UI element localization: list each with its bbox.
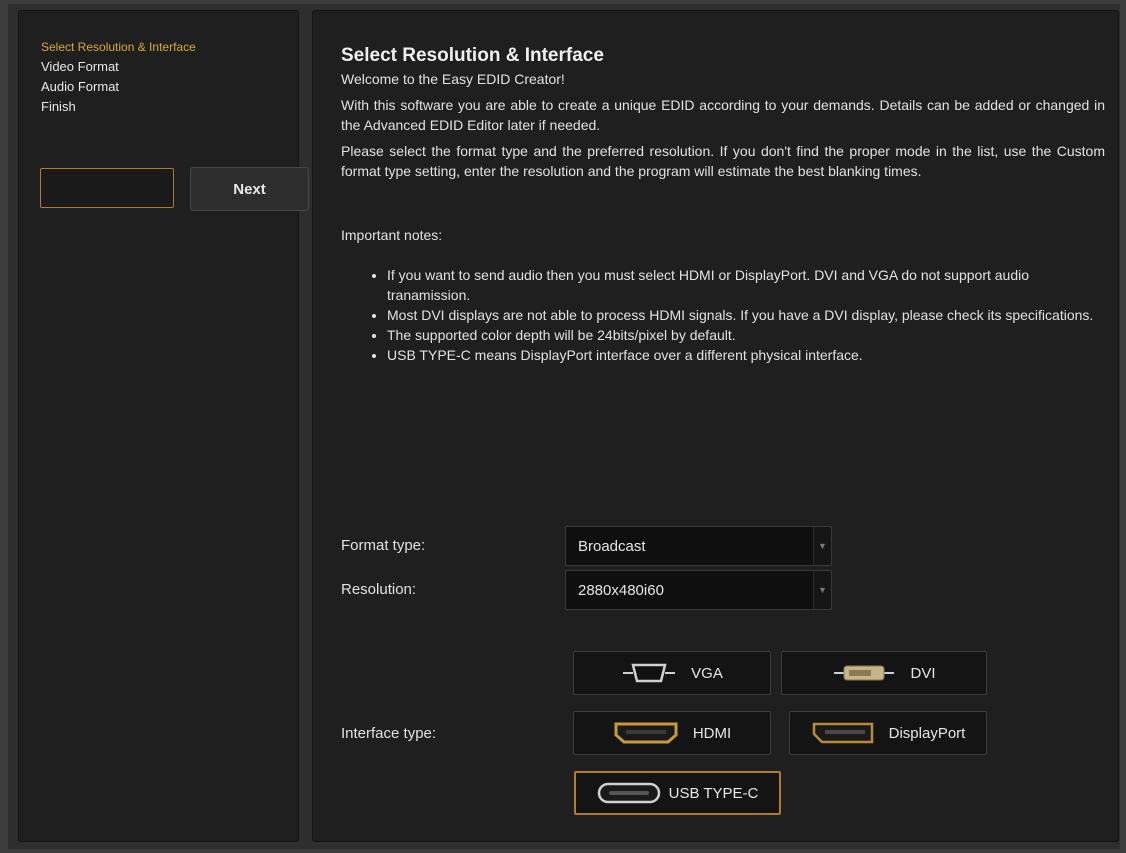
hdmi-label: HDMI: [692, 724, 732, 742]
format-type-label: Format type:: [341, 537, 426, 554]
usb-c-port-icon: [597, 781, 661, 805]
dvi-button[interactable]: DVI: [781, 651, 987, 695]
interface-type-label: Interface type:: [341, 725, 437, 742]
list-item: The supported color depth will be 24bits…: [387, 325, 1105, 345]
usb-c-label: USB TYPE-C: [668, 784, 759, 802]
hdmi-port-icon: [613, 721, 679, 745]
hdmi-button[interactable]: HDMI: [573, 711, 771, 755]
page-title: Select Resolution & Interface: [341, 45, 604, 66]
dvi-label: DVI: [910, 664, 936, 682]
dvi-port-icon: [832, 663, 896, 683]
resolution-select[interactable]: 2880x480i60 ▼: [565, 570, 832, 610]
intro-text: With this software you are able to creat…: [341, 97, 1105, 133]
step-video-format[interactable]: Video Format: [41, 57, 196, 77]
wizard-steps: Select Resolution & Interface Video Form…: [41, 37, 196, 117]
resolution-label: Resolution:: [341, 581, 417, 598]
usb-c-button[interactable]: USB TYPE-C: [574, 771, 781, 815]
step-finish[interactable]: Finish: [41, 97, 196, 117]
wizard-sidebar: Select Resolution & Interface Video Form…: [18, 10, 309, 842]
description-content: Select Resolution & Interface Welcome to…: [341, 43, 1105, 365]
vga-port-icon: [621, 662, 677, 684]
resolution-value: 2880x480i60: [578, 581, 664, 599]
list-item: USB TYPE-C means DisplayPort interface o…: [387, 345, 1105, 365]
vga-button[interactable]: VGA: [573, 651, 771, 695]
vga-label: VGA: [691, 664, 723, 682]
notes-heading: Important notes:: [341, 227, 443, 243]
instructions-text: Please select the format type and the pr…: [341, 143, 1105, 179]
chevron-down-icon: ▼: [813, 527, 831, 565]
displayport-port-icon: [811, 721, 875, 745]
back-button-placeholder[interactable]: [40, 168, 174, 208]
step-audio-format[interactable]: Audio Format: [41, 77, 196, 97]
list-item: If you want to send audio then you must …: [387, 265, 1105, 305]
notes-list: If you want to send audio then you must …: [341, 265, 1105, 365]
next-button[interactable]: Next: [190, 167, 309, 211]
displayport-label: DisplayPort: [888, 724, 966, 742]
welcome-text: Welcome to the Easy EDID Creator!: [341, 71, 565, 87]
chevron-down-icon: ▼: [813, 571, 831, 609]
step-select-resolution-interface[interactable]: Select Resolution & Interface: [41, 37, 196, 57]
format-type-value: Broadcast: [578, 537, 646, 555]
format-type-select[interactable]: Broadcast ▼: [565, 526, 832, 566]
list-item: Most DVI displays are not able to proces…: [387, 305, 1105, 325]
displayport-button[interactable]: DisplayPort: [789, 711, 987, 755]
